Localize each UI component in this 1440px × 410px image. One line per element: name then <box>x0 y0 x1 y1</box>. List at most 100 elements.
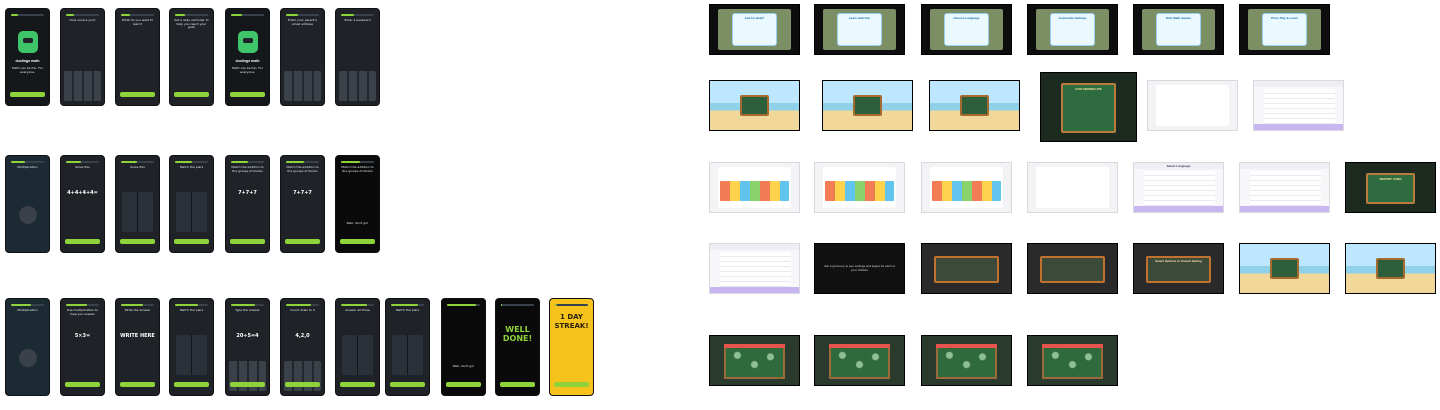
answer-grid[interactable] <box>122 192 153 232</box>
phone-screen-21: Answer all three <box>335 298 380 396</box>
question-prompt: Match the addition to the groups of bloc… <box>231 165 264 173</box>
game-board[interactable] <box>853 95 882 116</box>
app-thumbnails[interactable] <box>825 181 894 201</box>
content-area <box>1036 167 1109 208</box>
tablet-screen-9 <box>929 80 1020 131</box>
tablet-screen-23 <box>1027 243 1118 294</box>
lesson-node-icon[interactable] <box>19 206 37 224</box>
game-board[interactable] <box>1376 258 1405 279</box>
answer-grid[interactable] <box>176 335 207 375</box>
continue-button[interactable] <box>230 239 265 244</box>
header-stripe <box>829 344 890 348</box>
phone-screen-22: Match the pairs <box>385 298 430 396</box>
continue-button[interactable] <box>174 92 209 97</box>
game-board[interactable] <box>1270 258 1299 279</box>
tablet-screen-14 <box>814 162 905 213</box>
continue-button[interactable] <box>65 239 100 244</box>
continue-button[interactable] <box>230 92 265 97</box>
answer-grid[interactable] <box>342 335 373 375</box>
phone-screen-9: Solve this 4+4+4+4= <box>60 155 105 253</box>
info-card: Ask for Help? <box>732 13 777 46</box>
continue-button[interactable] <box>390 382 425 387</box>
tablet-screen-22 <box>921 243 1012 294</box>
question-prompt: Answer all three <box>345 308 370 312</box>
keypad[interactable] <box>339 71 376 101</box>
lesson-node-icon[interactable] <box>19 349 37 367</box>
progress-bar <box>121 304 154 306</box>
tablet-screen-25 <box>1239 243 1330 294</box>
continue-button[interactable] <box>120 382 155 387</box>
continue-button[interactable] <box>554 382 589 387</box>
continue-button[interactable] <box>500 382 535 387</box>
tablet-screen-19: REPORT CARD <box>1345 162 1436 213</box>
question-prompt: Solve this <box>75 165 90 169</box>
progress-bar <box>11 14 44 16</box>
continue-button[interactable] <box>340 239 375 244</box>
doodle-board[interactable] <box>936 344 997 379</box>
phone-screen-10: Solve this <box>115 155 160 253</box>
phone-screen-13: Match the addition to the groups of bloc… <box>280 155 325 253</box>
equation: WRITE HERE <box>120 333 155 339</box>
settings-list[interactable] <box>720 252 791 287</box>
tablet-screen-12 <box>1253 80 1344 131</box>
question-prompt: Match the addition to the groups of bloc… <box>341 165 374 173</box>
feedback-note: Well, don't go! <box>346 221 369 225</box>
app-thumbnails[interactable] <box>932 181 1001 201</box>
app-thumbnails[interactable] <box>720 181 789 201</box>
tablet-screen-5: Kids Math Games <box>1133 4 1224 55</box>
tablet-screen-29 <box>921 335 1012 386</box>
top-tab-bar[interactable] <box>1240 163 1329 169</box>
celebration-title: WELL DONE! <box>502 325 533 343</box>
tablet-screen-21: Ask a grown-up to see settings and logou… <box>814 243 905 294</box>
progress-bar <box>341 161 374 163</box>
answer-grid[interactable] <box>176 192 207 232</box>
continue-button[interactable] <box>446 382 481 387</box>
phone-screen-19: Type the answer 20÷5=4 <box>225 298 270 396</box>
answer-grid[interactable] <box>392 335 423 375</box>
question-prompt: Multiplication <box>17 308 38 312</box>
settings-list[interactable] <box>1250 171 1321 206</box>
footer-bar <box>710 287 799 293</box>
continue-button[interactable] <box>65 382 100 387</box>
progress-bar <box>175 304 208 306</box>
continue-button[interactable] <box>285 382 320 387</box>
top-tab-bar[interactable] <box>1254 81 1343 87</box>
keypad[interactable] <box>64 71 101 101</box>
tablet-screen-6: Print, Play & Learn <box>1239 4 1330 55</box>
continue-button[interactable] <box>174 382 209 387</box>
continue-button[interactable] <box>120 92 155 97</box>
progress-bar <box>121 161 154 163</box>
keypad[interactable] <box>284 71 321 101</box>
settings-panel <box>1040 256 1105 283</box>
doodle-board[interactable] <box>724 344 785 379</box>
feedback-note: Well, don't go! <box>452 364 475 368</box>
continue-button[interactable] <box>285 239 320 244</box>
settings-list[interactable] <box>1264 89 1335 124</box>
tablet-screen-16 <box>1027 162 1118 213</box>
continue-button[interactable] <box>340 382 375 387</box>
game-board[interactable] <box>960 95 989 116</box>
info-card-title: Ask for Help? <box>744 16 765 20</box>
continue-button[interactable] <box>10 92 45 97</box>
top-tab-bar[interactable] <box>710 244 799 250</box>
celebration-title: 1 DAY STREAK! <box>554 313 589 330</box>
equation: 4+4+4+4= <box>67 190 98 196</box>
chalkboard-title: FOR GROWN-UPS <box>1075 87 1102 91</box>
screenshot-board: duolingo math Math can be fun. For everyo… <box>0 0 1440 410</box>
settings-list[interactable] <box>1144 171 1215 206</box>
progress-bar <box>286 304 319 306</box>
doodle-board[interactable] <box>1042 344 1103 379</box>
continue-button[interactable] <box>120 239 155 244</box>
continue-button[interactable] <box>230 382 265 387</box>
info-card-title: Customize Settings <box>1058 16 1087 20</box>
continue-button[interactable] <box>174 239 209 244</box>
tablet-screen-18 <box>1239 162 1330 213</box>
progress-bar <box>11 161 44 163</box>
phone-screen-25: WELL DONE! <box>495 298 540 396</box>
progress-bar <box>175 14 208 16</box>
grown-up-message: Ask a grown-up to see settings and logou… <box>824 264 895 272</box>
doodle-board[interactable] <box>829 344 890 379</box>
tablet-screen-13 <box>709 162 800 213</box>
game-board[interactable] <box>740 95 769 116</box>
progress-bar <box>501 304 534 306</box>
